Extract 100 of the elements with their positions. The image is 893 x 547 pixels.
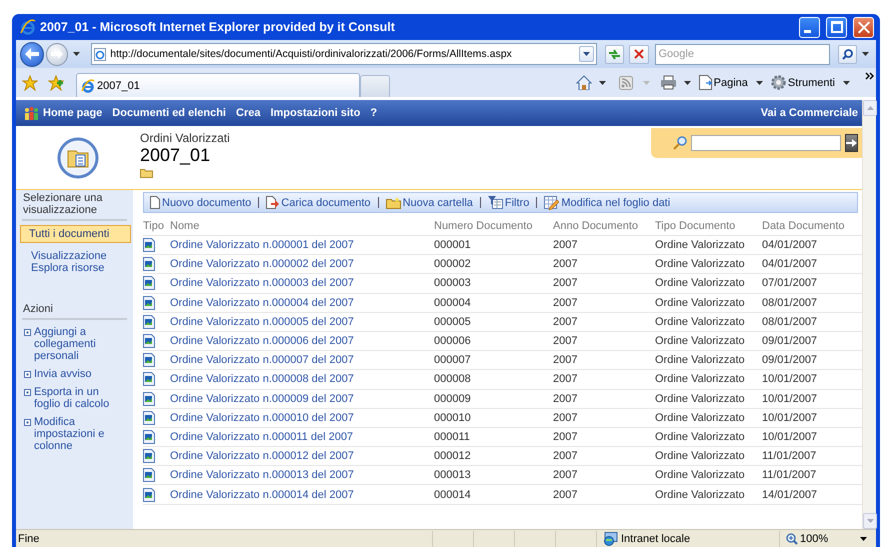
minimize-button[interactable] xyxy=(799,16,820,38)
zone-label: Intranet locale xyxy=(621,532,690,544)
table-cell: Ordine Valorizzato xyxy=(655,412,745,424)
people-icon xyxy=(24,106,39,120)
bullet-icon xyxy=(24,389,31,396)
caret-icon[interactable] xyxy=(860,536,867,540)
document-link[interactable]: Ordine Valorizzato n.000007 del 2007 xyxy=(170,354,354,366)
back-button[interactable] xyxy=(20,42,44,66)
nav-link[interactable]: Impostazioni sito xyxy=(270,107,360,119)
caret-icon xyxy=(866,519,874,523)
add-favorite-icon[interactable] xyxy=(48,74,64,90)
toolbar-link[interactable]: Nuovo documento xyxy=(150,196,252,209)
table-cell: 2007 xyxy=(553,239,578,252)
document-link[interactable]: Ordine Valorizzato n.000009 del 2007 xyxy=(170,392,354,405)
table-cell: 2007 xyxy=(553,296,578,309)
zoom-icon xyxy=(786,532,798,544)
maximize-button[interactable] xyxy=(826,16,847,38)
table-cell: 09/01/2007 xyxy=(762,354,818,366)
caret-icon[interactable] xyxy=(598,80,606,84)
document-link[interactable]: Ordine Valorizzato n.000014 del 2007 xyxy=(170,488,354,501)
document-icon xyxy=(143,238,155,252)
table-cell: 000014 xyxy=(434,488,471,501)
command-button[interactable]: Strumenti xyxy=(770,75,836,90)
table-cell: 000007 xyxy=(434,354,471,366)
caret-icon[interactable] xyxy=(862,52,869,56)
column-header[interactable]: Tipo xyxy=(143,220,164,232)
table-cell: 08/01/2007 xyxy=(762,296,818,309)
search-field[interactable]: Google xyxy=(654,44,830,64)
document-icon xyxy=(143,372,155,386)
document-link[interactable]: Ordine Valorizzato n.000010 del 2007 xyxy=(170,412,354,424)
document-link[interactable]: Ordine Valorizzato n.000001 del 2007 xyxy=(170,239,354,252)
breadcrumb: Ordini Valorizzati xyxy=(140,131,230,145)
status-text: Fine xyxy=(17,532,40,544)
caret-icon[interactable] xyxy=(756,80,763,84)
action-link[interactable]: Aggiungi a collegamenti personali xyxy=(34,326,127,362)
caret-icon[interactable] xyxy=(684,80,691,84)
document-link[interactable]: Ordine Valorizzato n.000002 del 2007 xyxy=(170,258,354,270)
command-button[interactable]: Pagina xyxy=(698,75,749,90)
table-cell: 04/01/2007 xyxy=(762,258,818,270)
printer-icon[interactable] xyxy=(660,75,677,90)
folder-icon xyxy=(140,168,153,178)
action-link[interactable]: Invia avviso xyxy=(34,368,92,380)
document-icon xyxy=(143,392,155,406)
nav-link[interactable]: Home page xyxy=(43,107,102,119)
view-link[interactable]: Visualizzazione Esplora risorse xyxy=(22,247,127,277)
nav-link[interactable]: Vai a Commerciale xyxy=(760,107,858,119)
star-icon[interactable] xyxy=(22,74,38,90)
view-link[interactable]: Tutti i documenti xyxy=(20,225,131,243)
column-header[interactable]: Tipo Documento xyxy=(655,220,736,232)
dropdown-button[interactable] xyxy=(578,46,594,62)
table-cell: 2007 xyxy=(553,412,578,424)
column-header[interactable]: Numero Documento xyxy=(434,220,532,232)
caret-icon xyxy=(582,52,590,56)
chevron-icon[interactable] xyxy=(865,72,874,80)
nav-link[interactable]: Documenti ed elenchi xyxy=(112,107,226,119)
table-cell: Ordine Valorizzato xyxy=(655,430,745,443)
document-link[interactable]: Ordine Valorizzato n.000004 del 2007 xyxy=(170,296,354,309)
document-link[interactable]: Ordine Valorizzato n.000006 del 2007 xyxy=(170,335,354,348)
browser-tab[interactable]: 2007_01 xyxy=(76,73,360,97)
arrow-icon xyxy=(25,48,40,60)
close-button[interactable] xyxy=(853,16,874,38)
column-header[interactable]: Data Documento xyxy=(762,220,845,232)
table-cell: Ordine Valorizzato xyxy=(655,373,745,386)
toolbar-link[interactable]: Carica documento xyxy=(266,196,371,209)
stop-button[interactable] xyxy=(629,44,648,64)
search-button[interactable] xyxy=(838,44,857,64)
caret-icon[interactable] xyxy=(843,80,850,84)
search-field[interactable] xyxy=(691,135,841,151)
table-cell: 11/01/2007 xyxy=(762,469,816,482)
document-link[interactable]: Ordine Valorizzato n.000003 del 2007 xyxy=(170,277,354,290)
table-cell: 2007 xyxy=(553,277,578,290)
nav-link[interactable]: ? xyxy=(370,107,378,119)
action-link[interactable]: Esporta in un foglio di calcolo xyxy=(34,386,127,410)
refresh-button[interactable] xyxy=(604,44,624,64)
table-cell: 000010 xyxy=(434,412,471,424)
document-link[interactable]: Ordine Valorizzato n.000013 del 2007 xyxy=(170,469,354,482)
document-link[interactable]: Ordine Valorizzato n.000012 del 2007 xyxy=(170,450,354,462)
caret-icon[interactable] xyxy=(73,52,80,56)
action-link[interactable]: Modifica impostazioni e colonne xyxy=(34,416,127,452)
document-link[interactable]: Ordine Valorizzato n.000011 del 2007 xyxy=(170,430,354,443)
table-cell: 09/01/2007 xyxy=(762,335,818,348)
document-link[interactable]: Ordine Valorizzato n.000005 del 2007 xyxy=(170,316,354,328)
document-link[interactable]: Ordine Valorizzato n.000008 del 2007 xyxy=(170,373,354,386)
home-icon[interactable] xyxy=(576,75,592,90)
nav-link[interactable]: Crea xyxy=(236,107,260,119)
toolbar-link[interactable]: Nuova cartella xyxy=(386,196,473,208)
table-cell: 000002 xyxy=(434,258,471,270)
toolbar-link[interactable]: Modifica nel foglio dati xyxy=(544,196,670,210)
toolbar-link[interactable]: Filtro xyxy=(488,196,530,209)
search-go-button[interactable] xyxy=(845,134,858,152)
page-icon xyxy=(698,75,712,90)
address-field[interactable]: http://documentale/sites/documenti/Acquisti/ordinivalorizzati/2006/Forms/AllItems.aspx xyxy=(91,43,597,65)
section-heading: Azioni xyxy=(22,303,127,320)
table-cell: 08/01/2007 xyxy=(762,316,818,328)
column-header[interactable]: Anno Documento xyxy=(553,220,638,232)
column-header[interactable]: Nome xyxy=(170,220,200,232)
table-cell: 000005 xyxy=(434,316,471,328)
document-icon xyxy=(143,276,155,290)
page-title: 2007_01 xyxy=(140,145,212,165)
zoom-button[interactable]: 100% xyxy=(786,532,828,544)
